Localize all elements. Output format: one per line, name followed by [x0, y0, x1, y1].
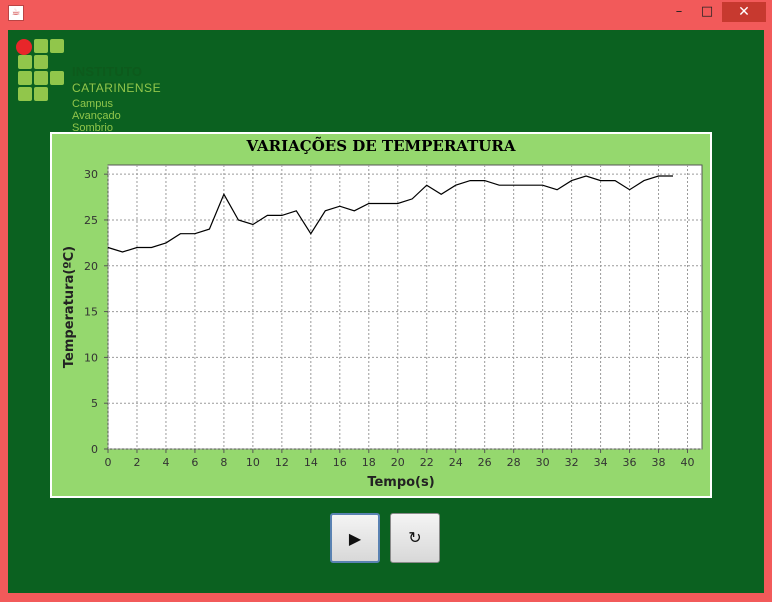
logo-square [34, 87, 48, 101]
x-tick-label: 38 [652, 456, 666, 469]
x-tick-label: 28 [507, 456, 521, 469]
logo-square [34, 55, 48, 69]
plot-area [107, 164, 703, 450]
logo-line-3: Campus Avançado Sombrio [72, 98, 121, 134]
x-tick-label: 32 [565, 456, 579, 469]
reset-button[interactable]: ↻ [390, 513, 440, 563]
play-button[interactable]: ▶ [330, 513, 380, 563]
minimize-button[interactable]: – [664, 2, 694, 22]
logo-square [50, 71, 64, 85]
x-tick-label: 24 [449, 456, 463, 469]
y-tick-label: 10 [84, 351, 98, 364]
logo-square [34, 71, 48, 85]
x-tick-label: 16 [333, 456, 347, 469]
logo-square [18, 87, 32, 101]
logo-square [18, 71, 32, 85]
x-tick-label: 26 [478, 456, 492, 469]
refresh-icon: ↻ [408, 528, 422, 547]
play-icon: ▶ [348, 529, 362, 548]
x-tick-label: 2 [133, 456, 140, 469]
y-tick-label: 30 [84, 168, 98, 181]
logo-red-dot [16, 39, 32, 55]
x-tick-label: 10 [246, 456, 260, 469]
y-tick-label: 5 [91, 397, 98, 410]
temperature-chart-panel: VARIAÇÕES DE TEMPERATURA 0 2 4 6 8 10 12 14 16 18… [50, 132, 712, 498]
temperature-chart: 0 2 4 6 8 10 12 14 16 18 20 22 24 26 28 30 32 34 36 38 40051… [62, 164, 703, 490]
title-bar[interactable]: ☕ – □ ✕ [0, 0, 772, 26]
maximize-button[interactable]: □ [692, 2, 722, 22]
y-tick-label: 15 [84, 306, 98, 319]
y-axis-label: Temperatura(ºC) [62, 246, 77, 368]
application-window: ☕ – □ ✕ INSTITUTO FEDERAL CATARINENSE Ca… [0, 0, 772, 602]
x-tick-label: 34 [594, 456, 608, 469]
java-icon: ☕ [8, 5, 24, 21]
x-tick-label: 8 [220, 456, 227, 469]
x-tick-label: 22 [420, 456, 434, 469]
x-tick-label: 12 [275, 456, 289, 469]
x-tick-label: 36 [623, 456, 637, 469]
x-tick-label: 40 [681, 456, 695, 469]
y-tick-label: 0 [91, 443, 98, 456]
x-tick-label: 20 [391, 456, 405, 469]
x-tick-label: 6 [191, 456, 198, 469]
logo-line-2: CATARINENSE [72, 81, 162, 95]
main-content: INSTITUTO FEDERAL CATARINENSE Campus Ava… [8, 30, 764, 593]
x-axis-label: Tempo(s) [367, 475, 434, 490]
x-tick-label: 4 [162, 456, 169, 469]
x-tick-label: 18 [362, 456, 376, 469]
logo-square [34, 39, 48, 53]
y-tick-label: 25 [84, 214, 98, 227]
logo-square [18, 55, 32, 69]
close-button[interactable]: ✕ [722, 2, 766, 22]
x-tick-label: 14 [304, 456, 318, 469]
logo-square [50, 39, 64, 53]
x-tick-label: 0 [105, 456, 112, 469]
y-tick-label: 20 [84, 260, 98, 273]
x-tick-label: 30 [536, 456, 550, 469]
